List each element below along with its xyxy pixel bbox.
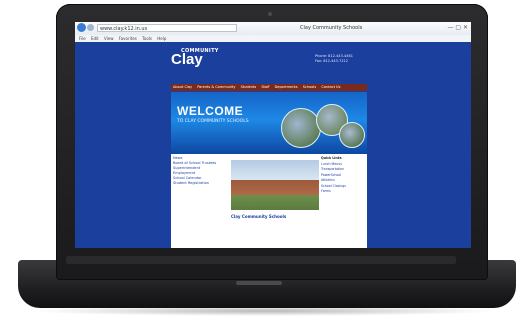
- right-column: Quick Links Lunch Menus Transportation P…: [321, 156, 365, 195]
- browser-toolbar: www.clay.k12.in.us Clay Community School…: [75, 22, 471, 36]
- nav-item[interactable]: Schools: [303, 85, 316, 89]
- menu-view[interactable]: View: [104, 36, 114, 41]
- photo-caption: Clay Community Schools: [231, 214, 287, 219]
- site-logo[interactable]: COMMUNITY Clay: [171, 48, 221, 70]
- nav-item[interactable]: Staff: [261, 85, 269, 89]
- nav-item[interactable]: Students: [241, 85, 257, 89]
- browser-tab[interactable]: Clay Community Schools: [300, 24, 370, 32]
- banner-subtitle: TO CLAY COMMUNITY SCHOOLS: [177, 119, 249, 124]
- menu-file[interactable]: File: [79, 36, 86, 41]
- left-link[interactable]: Student Registration: [173, 181, 229, 186]
- main-content: News Board of School Trustees Superinten…: [171, 154, 367, 248]
- school-building-photo: [231, 160, 319, 210]
- nav-item[interactable]: Departments: [275, 85, 298, 89]
- right-link[interactable]: Forms: [321, 189, 365, 195]
- left-column: News Board of School Trustees Superinten…: [173, 156, 229, 186]
- site-contact: Phone: 812-443-4461 Fax: 812-443-7212: [315, 54, 395, 64]
- webcam-icon: [268, 12, 272, 16]
- nav-item[interactable]: Contact Us: [321, 85, 340, 89]
- banner-photo: [339, 122, 365, 148]
- menu-favorites[interactable]: Favorites: [119, 36, 137, 41]
- site-nav: About Clay Parents & Community Students …: [171, 84, 367, 91]
- window-controls[interactable]: — ▢ ✕: [447, 24, 468, 32]
- logo-clay-text: Clay: [171, 51, 203, 68]
- banner-photo: [281, 108, 321, 148]
- website-page: COMMUNITY Clay Phone: 812-443-4461 Fax: …: [75, 42, 471, 248]
- browser-menu-bar: File Edit View Favorites Tools Help: [75, 35, 471, 42]
- contact-fax: Fax: 812-443-7212: [315, 59, 348, 63]
- menu-edit[interactable]: Edit: [91, 36, 99, 41]
- menu-help[interactable]: Help: [157, 36, 166, 41]
- nav-item[interactable]: Parents & Community: [197, 85, 235, 89]
- address-bar[interactable]: www.clay.k12.in.us: [97, 24, 237, 32]
- laptop-screen: www.clay.k12.in.us Clay Community School…: [75, 22, 471, 248]
- banner-title: WELCOME: [177, 104, 244, 118]
- laptop-hinge: [66, 256, 456, 264]
- nav-item[interactable]: About Clay: [173, 85, 192, 89]
- laptop-notch: [236, 281, 282, 285]
- welcome-banner: WELCOME TO CLAY COMMUNITY SCHOOLS: [171, 92, 367, 154]
- forward-button[interactable]: [87, 24, 94, 31]
- menu-tools[interactable]: Tools: [142, 36, 152, 41]
- back-button[interactable]: [77, 23, 86, 32]
